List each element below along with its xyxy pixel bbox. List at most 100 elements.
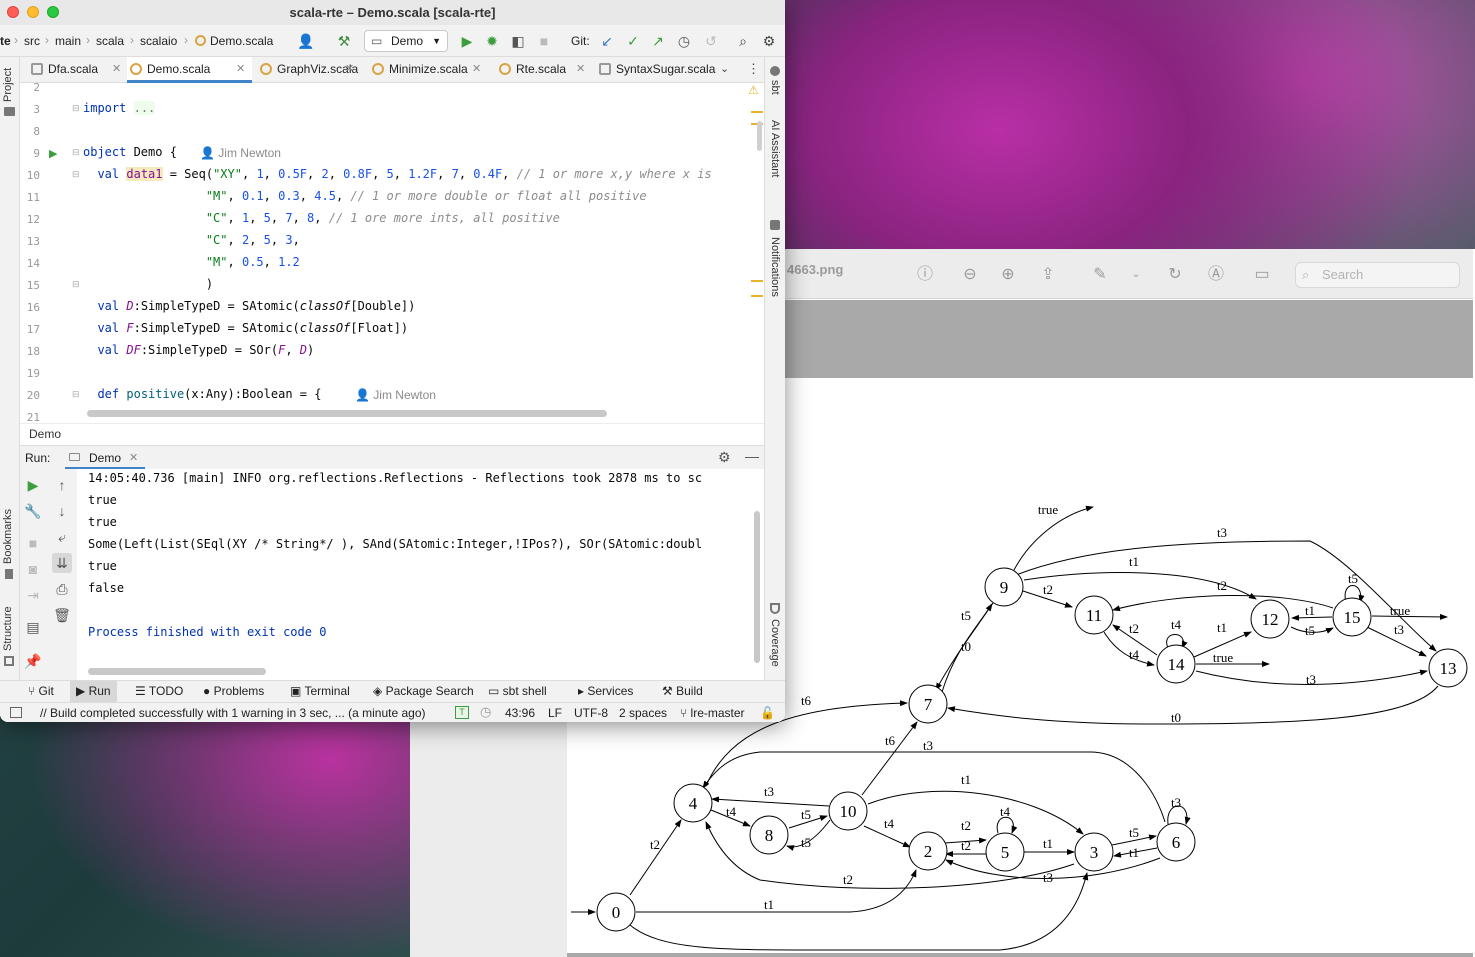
login-icon[interactable]: ⇥ [23,585,43,605]
warning-icon[interactable]: ⚠ [748,83,759,97]
close-icon[interactable]: ✕ [112,57,121,81]
type-hint-icon[interactable]: T [455,706,469,719]
git-update-icon[interactable]: ↙ [597,31,617,51]
lock-icon[interactable]: 🔓 [760,706,775,720]
breadcrumb-scala[interactable]: scala [96,34,124,48]
more-icon[interactable]: ⋮ [747,61,760,77]
tab-label: Demo.scala [147,62,211,76]
services-tool-button[interactable]: ▸ Services [578,684,633,698]
camera-icon[interactable]: ◙ [23,559,43,579]
code-breadcrumb[interactable]: Demo [20,423,764,445]
git-commit-icon[interactable]: ✓ [623,31,643,51]
console-output[interactable]: 14:05:40.736 [main] INFO org.reflections… [77,469,764,680]
pin-icon[interactable]: 📌 [23,651,43,671]
run-config-select[interactable]: ▭ Demo ▼ [364,30,448,52]
editor-horizontal-scrollbar[interactable] [87,410,607,417]
bookmarks-tool-button[interactable]: Bookmarks [2,509,14,564]
print-icon[interactable]: ⎙ [52,579,72,599]
close-icon[interactable]: ✕ [345,57,354,81]
wrench-icon[interactable]: 🔧 [23,501,43,521]
fold-icon[interactable]: ⊟ [72,279,80,290]
tab-demo[interactable]: Demo.scala ✕ [127,57,252,83]
fold-icon[interactable]: ⊟ [72,103,80,114]
settings-gear-icon[interactable]: ⚙ [759,31,779,51]
git-branch[interactable]: ⑂ lre-master [680,706,745,720]
tab-rte[interactable]: Rte.scala ✕ [496,57,608,83]
tab-dfa[interactable]: Dfa.scala ✕ [28,57,124,83]
close-icon[interactable]: ✕ [236,57,245,81]
tab-syntaxsugar[interactable]: SyntaxSugar.scala [596,57,716,83]
line-number: 15 [26,279,40,292]
project-tool-button[interactable]: Project [2,68,14,102]
close-icon[interactable]: ✕ [472,57,481,81]
clock-icon[interactable]: ◷ [480,704,491,720]
ai-assistant-tool-button[interactable]: AI Assistant [769,120,781,177]
layout-icon[interactable]: ▤ [23,617,43,637]
chevron-down-icon[interactable]: ⌄ [720,62,729,75]
package-search-tool-button[interactable]: ◈ Package Search [373,684,474,698]
git-push-icon[interactable]: ↗ [648,31,668,51]
warning-marker[interactable] [751,295,763,297]
panel-toggle-icon[interactable] [10,707,22,718]
edge-label: t4 [1129,647,1140,662]
breadcrumb-project[interactable]: te [0,34,11,48]
fold-icon[interactable]: ⊟ [72,169,80,180]
rollback-icon[interactable]: ↺ [701,31,721,51]
todo-tool-button[interactable]: ☰ TODO [135,684,183,698]
vertical-scrollbar[interactable] [757,121,762,151]
arrow-down-icon[interactable]: ↓ [52,501,72,521]
build-tool-button[interactable]: ⚒ Build [662,684,703,698]
breadcrumb-scalaio[interactable]: scalaio [140,34,177,48]
fold-icon[interactable]: ⊟ [72,147,80,158]
file-encoding[interactable]: UTF-8 [574,706,608,720]
close-icon[interactable]: ✕ [129,451,138,464]
build-hammer-icon[interactable]: ⚒ [334,31,354,51]
edge-label: t2 [843,872,853,887]
console-vertical-scrollbar[interactable] [754,511,760,663]
warning-marker[interactable] [751,280,763,282]
git-tool-button[interactable]: ⑂ Git [28,684,54,698]
debug-icon[interactable]: ✹ [482,31,502,51]
arrow-up-icon[interactable]: ↑ [52,475,72,495]
run-tool-button[interactable]: ▶ Run [70,681,117,702]
run-icon[interactable]: ▶ [457,31,477,51]
notifications-tool-button[interactable]: Notifications [769,237,781,297]
problems-tool-button[interactable]: ● Problems [203,684,264,698]
tab-graphviz[interactable]: GraphViz.scala ✕ [257,57,381,83]
run-gutter-icon[interactable]: ▶ [49,147,57,160]
breadcrumb-src[interactable]: src [24,34,40,48]
line-separator[interactable]: LF [548,706,562,720]
history-icon[interactable]: ◷ [674,31,694,51]
sbt-tool-button[interactable]: sbt [769,80,781,95]
tab-run-demo[interactable]: Demo ✕ [65,446,145,470]
console-horizontal-scrollbar[interactable] [88,668,266,675]
trash-icon[interactable]: 🗑 [52,605,72,625]
sbt-shell-tool-button[interactable]: ▭ sbt shell [488,684,547,698]
breadcrumb-file[interactable]: Demo.scala [210,34,273,48]
breadcrumb-main[interactable]: main [55,34,81,48]
coverage-tool-button[interactable]: Coverage [769,619,781,667]
status-message[interactable]: // Build completed successfully with 1 w… [40,706,426,720]
settings-gear-icon[interactable]: ⚙ [718,449,731,466]
right-tool-strip: sbt AI Assistant Notifications Coverage [764,57,785,680]
coverage-run-icon[interactable]: ◧ [508,31,528,51]
structure-tool-button[interactable]: Structure [2,606,14,651]
tool-window-bar: ⑂ Git ▶ Run ☰ TODO ● Problems ▣ Terminal… [0,680,785,702]
minimize-icon[interactable]: — [745,448,759,464]
scroll-to-end-icon[interactable]: ⇊ [52,553,72,573]
tab-minimize[interactable]: Minimize.scala ✕ [369,57,499,83]
edge-label: t5 [801,807,811,822]
close-icon[interactable]: ✕ [576,57,585,81]
fold-icon[interactable]: ⊟ [72,389,80,400]
terminal-tool-button[interactable]: ▣ Terminal [290,684,350,698]
caret-position[interactable]: 43:96 [505,706,535,720]
warning-marker[interactable] [751,111,763,113]
stop-icon[interactable]: ■ [534,31,554,51]
user-icon[interactable]: 👤 [296,31,316,51]
stop-icon[interactable]: ■ [23,533,43,553]
rerun-icon[interactable]: ▶ [23,475,43,495]
code-editor[interactable]: 2 3 8 9 10 11 12 13 14 15 16 17 18 19 20… [20,83,764,423]
soft-wrap-icon[interactable]: ⤶ [52,527,72,547]
indent-setting[interactable]: 2 spaces [619,706,667,720]
search-icon[interactable]: ⌕ [733,31,753,51]
